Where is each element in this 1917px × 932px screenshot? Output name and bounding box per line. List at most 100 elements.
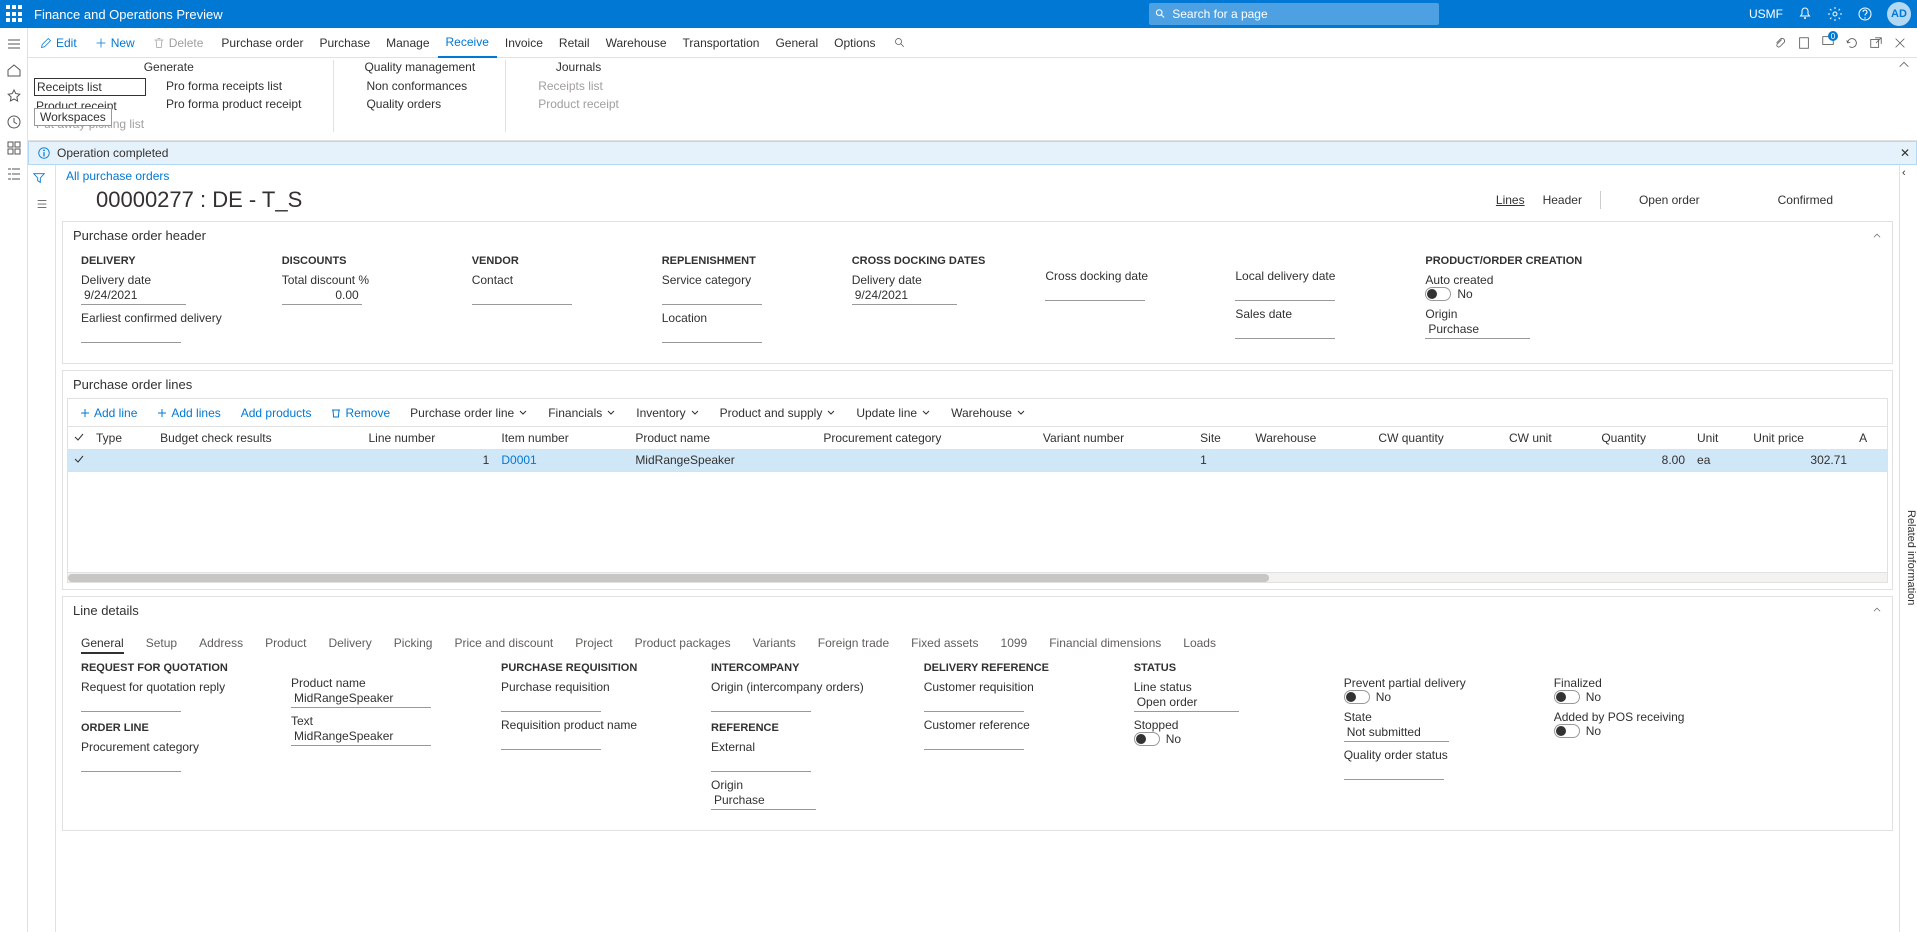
ld-tab-foreign-trade[interactable]: Foreign trade	[818, 636, 889, 654]
po-line-menu[interactable]: Purchase order line	[402, 399, 536, 427]
messages-button[interactable]: 0	[1821, 34, 1835, 51]
ld-tab-address[interactable]: Address	[199, 636, 243, 654]
sales-date-field[interactable]	[1235, 321, 1335, 339]
bell-icon[interactable]	[1797, 6, 1813, 22]
col-site[interactable]: Site	[1194, 427, 1249, 449]
search-input[interactable]	[1172, 7, 1433, 21]
add-line-button[interactable]: Add line	[72, 399, 145, 427]
action-tab-purchase[interactable]: Purchase	[311, 28, 378, 58]
prevent-partial-toggle[interactable]	[1344, 690, 1370, 704]
ld-tab-delivery[interactable]: Delivery	[328, 636, 371, 654]
col-variant-number[interactable]: Variant number	[1037, 427, 1194, 449]
filter-icon[interactable]	[32, 171, 46, 185]
ribbon-proforma-receipts[interactable]: Pro forma receipts list	[164, 78, 303, 94]
star-icon[interactable]	[6, 88, 22, 104]
col-product-name[interactable]: Product name	[629, 427, 817, 449]
col-budget-check-results[interactable]: Budget check results	[154, 427, 362, 449]
ribbon-proforma-product-receipt[interactable]: Pro forma product receipt	[164, 96, 303, 112]
workspaces-icon[interactable]	[6, 140, 22, 156]
ld-tab-project[interactable]: Project	[575, 636, 612, 654]
contact-field[interactable]	[472, 287, 572, 305]
recent-icon[interactable]	[6, 114, 22, 130]
ld-tab-loads[interactable]: Loads	[1183, 636, 1216, 654]
action-tab-receive[interactable]: Receive	[438, 28, 497, 58]
home-icon[interactable]	[6, 62, 22, 78]
finalized-toggle[interactable]	[1554, 690, 1580, 704]
ld-tab-price-and-discount[interactable]: Price and discount	[454, 636, 553, 654]
ld-tab-1099[interactable]: 1099	[1001, 636, 1028, 654]
notification-close-icon[interactable]: ✕	[1900, 146, 1910, 160]
office-icon[interactable]	[1797, 36, 1811, 50]
action-tab-transportation[interactable]: Transportation	[675, 28, 768, 58]
modules-icon[interactable]	[6, 166, 22, 182]
customer-reference-field[interactable]	[924, 732, 1024, 750]
requisition-product-name-field[interactable]	[501, 732, 601, 750]
popout-icon[interactable]	[1869, 36, 1883, 50]
customer-requisition-field[interactable]	[924, 694, 1024, 712]
stopped-toggle[interactable]	[1134, 732, 1160, 746]
grid-scrollbar[interactable]	[68, 572, 1887, 582]
ld-tab-general[interactable]: General	[81, 636, 124, 654]
close-icon[interactable]	[1893, 36, 1907, 50]
action-tab-general[interactable]: General	[767, 28, 826, 58]
section-po-header-toggle[interactable]: Purchase order header	[63, 222, 1892, 249]
col-unit[interactable]: Unit	[1691, 427, 1747, 449]
service-category-field[interactable]	[662, 287, 762, 305]
product-supply-menu[interactable]: Product and supply	[712, 399, 845, 427]
crossdock-delivery-date-field[interactable]: 9/24/2021	[852, 287, 957, 305]
view-tab-lines[interactable]: Lines	[1496, 193, 1525, 207]
view-tab-header[interactable]: Header	[1543, 193, 1582, 207]
user-avatar[interactable]: AD	[1887, 2, 1911, 26]
purchase-requisition-field[interactable]	[501, 694, 601, 712]
col-unit-price[interactable]: Unit price	[1747, 427, 1853, 449]
line-status-field[interactable]: Open order	[1134, 694, 1239, 712]
location-field[interactable]	[662, 325, 762, 343]
app-launcher-icon[interactable]	[6, 5, 24, 23]
action-search-icon[interactable]	[894, 37, 906, 49]
external-ref-field[interactable]	[711, 754, 811, 772]
action-tab-warehouse[interactable]: Warehouse	[598, 28, 675, 58]
breadcrumb[interactable]: All purchase orders	[66, 169, 169, 183]
quality-order-status-field[interactable]	[1344, 762, 1444, 780]
col-quantity[interactable]: Quantity	[1595, 427, 1691, 449]
remove-button[interactable]: Remove	[323, 399, 398, 427]
ld-tab-variants[interactable]: Variants	[753, 636, 796, 654]
section-po-lines-toggle[interactable]: Purchase order lines	[63, 371, 1892, 398]
ribbon-nonconformances[interactable]: Non conformances	[364, 78, 469, 94]
add-products-button[interactable]: Add products	[233, 399, 320, 427]
action-tab-manage[interactable]: Manage	[378, 28, 437, 58]
new-button[interactable]: New	[87, 28, 143, 58]
product-name-field[interactable]: MidRangeSpeaker	[291, 690, 431, 708]
related-info-panel[interactable]: ‹ Related information	[1899, 165, 1917, 932]
crossdocking-date-field[interactable]	[1045, 283, 1145, 301]
procurement-category-field[interactable]	[81, 754, 181, 772]
ld-tab-product[interactable]: Product	[265, 636, 306, 654]
col-item-number[interactable]: Item number	[495, 427, 629, 449]
warehouse-menu[interactable]: Warehouse	[943, 399, 1034, 427]
pos-receiving-toggle[interactable]	[1554, 724, 1580, 738]
inventory-menu[interactable]: Inventory	[628, 399, 707, 427]
ref-origin-field[interactable]: Purchase	[711, 792, 816, 810]
delete-button[interactable]: Delete	[145, 28, 212, 58]
origin-field[interactable]: Purchase	[1425, 321, 1530, 339]
action-tab-invoice[interactable]: Invoice	[497, 28, 551, 58]
update-line-menu[interactable]: Update line	[848, 399, 939, 427]
lines-grid[interactable]: TypeBudget check resultsLine numberItem …	[67, 426, 1888, 583]
delivery-date-field[interactable]: 9/24/2021	[81, 287, 186, 305]
ribbon-quality-orders[interactable]: Quality orders	[364, 96, 469, 112]
help-icon[interactable]	[1857, 6, 1873, 22]
auto-created-toggle[interactable]	[1425, 287, 1451, 301]
col-type[interactable]: Type	[90, 427, 154, 449]
local-delivery-date-field[interactable]	[1235, 283, 1335, 301]
text-field[interactable]: MidRangeSpeaker	[291, 728, 431, 746]
ld-tab-fixed-assets[interactable]: Fixed assets	[911, 636, 978, 654]
total-discount-field[interactable]: 0.00	[282, 287, 362, 305]
action-tab-options[interactable]: Options	[826, 28, 883, 58]
list-icon[interactable]	[35, 197, 49, 211]
financials-menu[interactable]: Financials	[540, 399, 624, 427]
col-cw-quantity[interactable]: CW quantity	[1372, 427, 1503, 449]
company-code[interactable]: USMF	[1749, 7, 1783, 21]
add-lines-button[interactable]: Add lines	[149, 399, 228, 427]
col-cw-unit[interactable]: CW unit	[1503, 427, 1595, 449]
refresh-icon[interactable]	[1845, 36, 1859, 50]
